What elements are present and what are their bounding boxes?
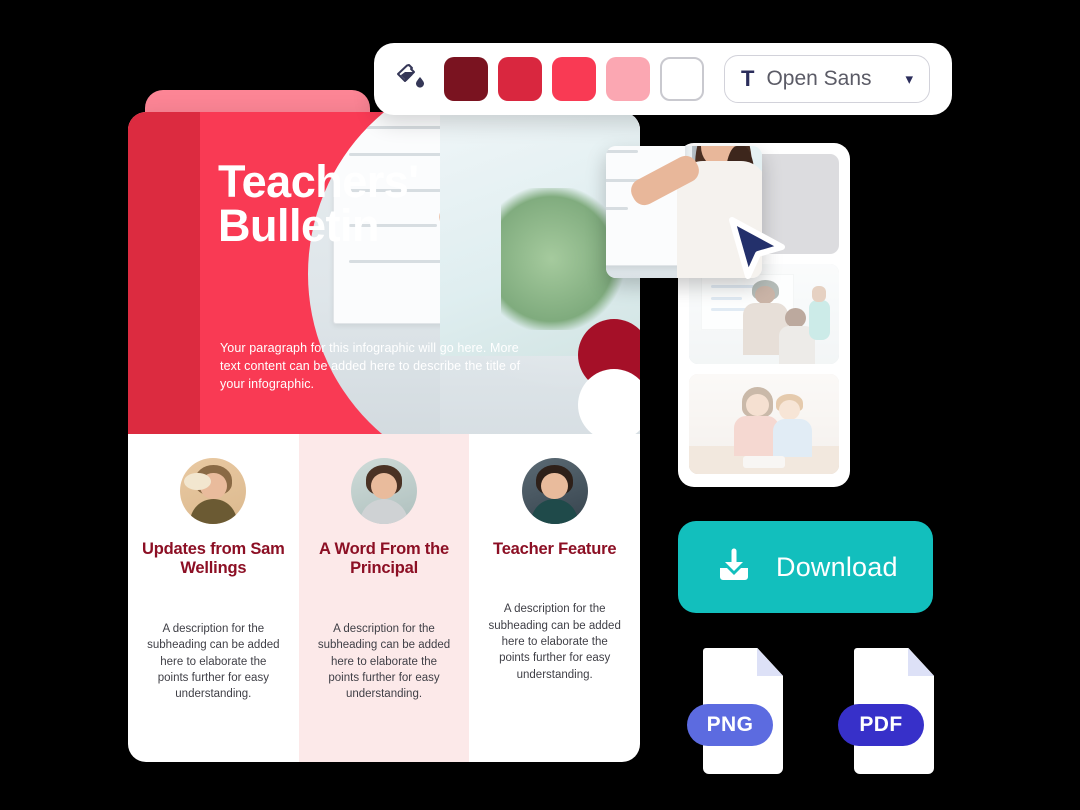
file-badge-pdf[interactable]: PDF [838,648,934,774]
poster-title: Teachers' Bulletin [218,156,419,252]
text-t-icon: T [741,66,755,91]
style-toolbar[interactable]: T Open Sans ▾ [374,43,952,115]
poster-paragraph: Your paragraph for this infographic will… [220,341,521,391]
poster-column-1[interactable]: Updates from Sam Wellings A description … [128,434,299,762]
paint-bucket-icon[interactable] [396,63,428,95]
poster-column-1-title: Updates from Sam Wellings [142,540,285,578]
file-badge-pdf-label: PDF [838,704,924,746]
poster-columns: Updates from Sam Wellings A description … [128,434,640,762]
avatar-sam-wellings [180,458,247,524]
poster-column-3[interactable]: Teacher Feature A description for the su… [469,434,640,762]
download-label: Download [776,551,898,582]
poster-title-line-2: Bulletin [218,200,380,252]
avatar-principal [351,458,417,524]
poster-column-3-title: Teacher Feature [493,540,617,558]
poster-column-1-body: A description for the subheading can be … [147,622,280,701]
color-swatch-row[interactable] [444,57,704,101]
cursor-arrow-icon [729,217,785,279]
poster-card[interactable]: Teachers' Bulletin Your paragraph for th… [128,112,640,762]
screenshot-stage: Teachers' Bulletin Your paragraph for th… [0,0,1080,810]
avatar-teacher-feature [521,458,588,524]
file-badge-png-label: PNG [687,704,773,746]
thumbnail-overlay [689,374,839,474]
swatch-light-pink[interactable] [606,57,650,101]
poster-hero: Teachers' Bulletin Your paragraph for th… [128,112,640,434]
poster-column-2-title: A Word From the Principal [319,540,449,578]
hero-left-strip [128,112,200,434]
swatch-crimson[interactable] [498,57,542,101]
poster-column-3-body: A description for the subheading can be … [488,603,621,681]
file-badge-png[interactable]: PNG [687,648,783,774]
thumbnail-teacher-student-desk[interactable] [689,374,839,474]
swatch-red[interactable] [552,57,596,101]
poster-title-line-1: Teachers' [218,156,419,207]
font-family-value: Open Sans [766,67,872,90]
chevron-down-icon[interactable]: ▾ [905,72,913,87]
download-button[interactable]: Download [678,521,933,613]
download-icon [720,548,748,580]
font-family-select[interactable]: T Open Sans ▾ [724,55,930,103]
swatch-white[interactable] [660,57,704,101]
poster-column-2-body: A description for the subheading can be … [317,622,451,701]
swatch-dark-maroon[interactable] [444,57,488,101]
poster-column-2[interactable]: A Word From the Principal A description … [298,434,470,762]
